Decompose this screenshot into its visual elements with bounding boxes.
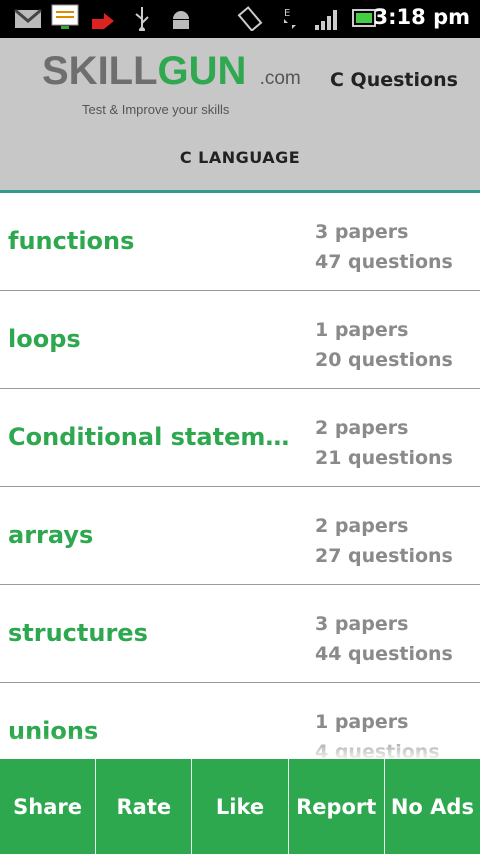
list-item[interactable]: arrays 2 papers 27 questions bbox=[0, 487, 480, 585]
question-count: 44 questions bbox=[315, 643, 453, 665]
question-count: 47 questions bbox=[315, 251, 453, 273]
bottom-action-bar: Share Rate Like Report No Ads bbox=[0, 759, 480, 854]
usb-icon bbox=[135, 7, 149, 31]
like-button[interactable]: Like bbox=[192, 759, 289, 854]
gmail-icon bbox=[14, 9, 42, 28]
topic-stats: 3 papers 47 questions bbox=[315, 217, 453, 277]
logo-text-gun: GUN bbox=[157, 49, 247, 93]
question-count: 21 questions bbox=[315, 447, 453, 469]
svg-text:E: E bbox=[284, 8, 290, 19]
report-button[interactable]: Report bbox=[289, 759, 385, 854]
topic-name: arrays bbox=[8, 521, 94, 549]
category-subtitle: C LANGUAGE bbox=[179, 148, 301, 167]
paper-count: 3 papers bbox=[315, 221, 409, 243]
share-button[interactable]: Share bbox=[0, 759, 97, 854]
rotate-icon bbox=[237, 6, 263, 31]
list-item[interactable]: functions 3 papers 47 questions bbox=[0, 193, 480, 291]
data-edge-icon: E bbox=[284, 8, 296, 29]
upload-icon bbox=[92, 13, 114, 29]
topic-name: structures bbox=[8, 619, 148, 647]
question-count: 27 questions bbox=[315, 545, 453, 567]
skillgun-logo: SKILLGUN .com Test & Improve your skills bbox=[42, 49, 301, 117]
battery-icon bbox=[352, 9, 376, 27]
logo-text-com: .com bbox=[259, 68, 301, 89]
paper-count: 2 papers bbox=[315, 417, 409, 439]
app-header: SKILLGUN .com Test & Improve your skills… bbox=[0, 38, 480, 193]
question-count: 20 questions bbox=[315, 349, 453, 371]
signal-icon bbox=[315, 10, 337, 30]
list-item[interactable]: structures 3 papers 44 questions bbox=[0, 585, 480, 683]
topic-name: functions bbox=[8, 227, 135, 255]
topic-stats: 1 papers 4 questions bbox=[315, 707, 440, 759]
list-item[interactable]: unions 1 papers 4 questions bbox=[0, 683, 480, 759]
topic-stats: 2 papers 27 questions bbox=[315, 511, 453, 571]
list-item[interactable]: Conditional statements 2 papers 21 quest… bbox=[0, 389, 480, 487]
notes-icon bbox=[51, 4, 79, 29]
topic-list: functions 3 papers 47 questions loops 1 … bbox=[0, 193, 480, 759]
topic-stats: 1 papers 20 questions bbox=[315, 315, 453, 375]
topic-stats: 3 papers 44 questions bbox=[315, 609, 453, 669]
topic-stats: 2 papers 21 questions bbox=[315, 413, 453, 473]
topic-name: unions bbox=[8, 717, 99, 745]
list-item[interactable]: loops 1 papers 20 questions bbox=[0, 291, 480, 389]
logo-text-skill: SKILL bbox=[42, 49, 158, 93]
page-title: C Questions bbox=[330, 69, 458, 91]
paper-count: 3 papers bbox=[315, 613, 409, 635]
topic-name: loops bbox=[8, 325, 81, 353]
rate-button[interactable]: Rate bbox=[96, 759, 193, 854]
clock: 3:18 pm bbox=[373, 5, 470, 29]
paper-count: 1 papers bbox=[315, 711, 409, 733]
paper-count: 1 papers bbox=[315, 319, 409, 341]
no-ads-button[interactable]: No Ads bbox=[385, 759, 480, 854]
android-debug-icon bbox=[173, 11, 189, 29]
paper-count: 2 papers bbox=[315, 515, 409, 537]
logo-tagline: Test & Improve your skills bbox=[82, 102, 230, 117]
topic-name: Conditional statements bbox=[8, 423, 298, 451]
question-count: 4 questions bbox=[315, 741, 440, 759]
status-bar: E 3:18 pm bbox=[0, 0, 480, 38]
